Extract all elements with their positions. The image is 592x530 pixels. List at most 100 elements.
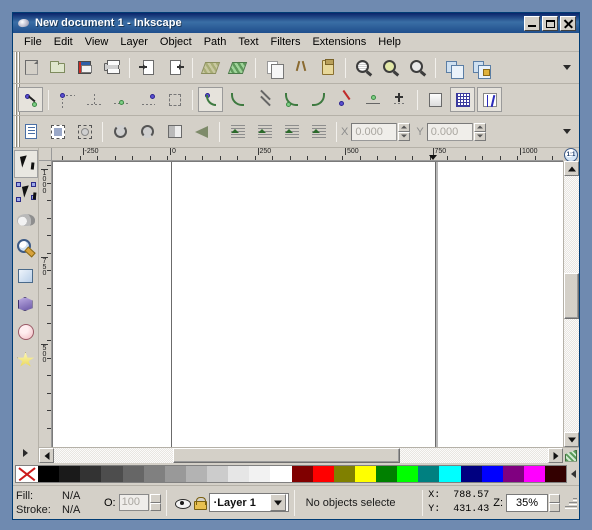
snap-bbox-midpoints-toggle[interactable] (135, 87, 160, 112)
raise-to-top-button[interactable] (306, 119, 331, 144)
scroll-right-button[interactable] (548, 448, 563, 463)
node-tool[interactable] (14, 178, 38, 206)
palette-swatch[interactable] (270, 466, 292, 482)
deselect-button[interactable] (72, 119, 97, 144)
x-input[interactable]: 0.000 (351, 122, 398, 141)
toolbox-overflow-arrow[interactable] (23, 449, 28, 457)
palette-swatch[interactable] (523, 466, 545, 482)
horizontal-scroll-thumb[interactable] (172, 448, 400, 463)
snap-page-border-toggle[interactable] (423, 87, 448, 112)
palette-swatch[interactable] (59, 466, 81, 482)
group-button[interactable] (441, 55, 466, 80)
style-indicator-button[interactable] (563, 448, 579, 463)
zoom-page-button[interactable] (405, 55, 430, 80)
drawing-canvas[interactable] (52, 161, 563, 447)
layer-selector[interactable]: ·Layer 1 (208, 493, 289, 512)
fill-stroke-indicator[interactable]: Fill: N/A Stroke: N/A (16, 489, 104, 517)
color-palette[interactable] (15, 465, 567, 483)
menu-filters[interactable]: Filters (265, 34, 307, 50)
palette-swatch[interactable] (333, 466, 355, 482)
snap-bbox-center-toggle[interactable] (162, 87, 187, 112)
palette-swatch[interactable] (122, 466, 144, 482)
zoom-stepper[interactable] (549, 493, 560, 512)
resize-grip-icon[interactable] (563, 496, 577, 510)
no-color-swatch[interactable] (16, 466, 38, 482)
snap-grid-toggle[interactable] (450, 87, 475, 112)
snap-bbox-edges-toggle[interactable] (81, 87, 106, 112)
minimize-button[interactable] (524, 15, 540, 31)
y-input[interactable]: 0.000 (426, 122, 473, 141)
enable-snapping-toggle[interactable] (18, 87, 43, 112)
lower-to-bottom-button[interactable] (225, 119, 250, 144)
palette-swatch[interactable] (228, 466, 250, 482)
palette-swatch[interactable] (439, 466, 461, 482)
command-toolbar-overflow-chevron[interactable] (561, 62, 573, 74)
palette-swatch[interactable] (291, 466, 313, 482)
layer-dropdown-chevron-icon[interactable] (269, 494, 286, 511)
palette-scroll-arrow[interactable] (567, 465, 579, 483)
snap-nodes-toggle[interactable] (198, 87, 223, 112)
eye-icon[interactable] (174, 496, 191, 510)
ruler-corner[interactable] (39, 148, 52, 161)
print-document-button[interactable] (99, 55, 124, 80)
selector-tool[interactable] (13, 150, 38, 178)
opacity-stepper[interactable] (149, 494, 161, 511)
vertical-scrollbar[interactable] (563, 161, 579, 447)
box3d-tool[interactable] (14, 290, 38, 318)
palette-swatch[interactable] (376, 466, 398, 482)
flip-vertical-button[interactable] (189, 119, 214, 144)
palette-swatch[interactable] (101, 466, 123, 482)
rotate-cw-button[interactable] (135, 119, 160, 144)
vertical-scroll-thumb[interactable] (564, 273, 579, 320)
menu-help[interactable]: Help (372, 34, 407, 50)
scroll-up-button[interactable] (564, 161, 579, 176)
snap-cusp-nodes-toggle[interactable] (279, 87, 304, 112)
lower-button[interactable] (252, 119, 277, 144)
new-document-button[interactable] (18, 55, 43, 80)
snap-path-intersections-toggle[interactable] (252, 87, 277, 112)
select-all-layers-button[interactable] (45, 119, 70, 144)
snap-bbox-corners-toggle[interactable] (108, 87, 133, 112)
palette-swatch[interactable] (207, 466, 229, 482)
palette-swatch[interactable] (80, 466, 102, 482)
undo-button[interactable] (198, 55, 223, 80)
menu-object[interactable]: Object (154, 34, 198, 50)
snap-smooth-nodes-toggle[interactable] (306, 87, 331, 112)
palette-swatch[interactable] (418, 466, 440, 482)
maximize-button[interactable] (542, 15, 558, 31)
opacity-control[interactable]: O: 100 (104, 494, 161, 511)
scroll-left-button[interactable] (39, 448, 54, 463)
palette-swatch[interactable] (185, 466, 207, 482)
ungroup-button[interactable] (468, 55, 493, 80)
import-button[interactable] (135, 55, 160, 80)
close-button[interactable] (560, 15, 576, 31)
zoom-input[interactable]: 35% (506, 493, 548, 512)
y-coordinate-spinbox[interactable]: Y 0.000 (416, 122, 486, 141)
menu-layer[interactable]: Layer (114, 34, 154, 50)
zoom-control[interactable]: Z: 35% (493, 493, 560, 512)
snap-line-midpoints-toggle[interactable] (333, 87, 358, 112)
paste-button[interactable] (315, 55, 340, 80)
scroll-down-button[interactable] (564, 432, 579, 447)
snap-object-centers-toggle[interactable] (360, 87, 385, 112)
snap-bounding-box-toggle[interactable] (54, 87, 79, 112)
palette-swatch[interactable] (354, 466, 376, 482)
save-document-button[interactable] (72, 55, 97, 80)
snap-rotation-center-toggle[interactable] (387, 87, 412, 112)
palette-swatch[interactable] (397, 466, 419, 482)
tweak-tool[interactable] (14, 206, 38, 234)
x-stepper[interactable] (398, 122, 411, 141)
menu-edit[interactable]: Edit (48, 34, 79, 50)
palette-swatch[interactable] (143, 466, 165, 482)
palette-swatch[interactable] (312, 466, 334, 482)
opacity-input[interactable]: 100 (118, 494, 149, 511)
menu-file[interactable]: File (18, 34, 48, 50)
y-stepper[interactable] (473, 122, 486, 141)
menu-path[interactable]: Path (198, 34, 233, 50)
star-tool[interactable] (14, 346, 38, 374)
zoom-tool[interactable] (14, 234, 38, 262)
cut-button[interactable] (288, 55, 313, 80)
snap-paths-toggle[interactable] (225, 87, 250, 112)
palette-swatch[interactable] (460, 466, 482, 482)
open-document-button[interactable] (45, 55, 70, 80)
